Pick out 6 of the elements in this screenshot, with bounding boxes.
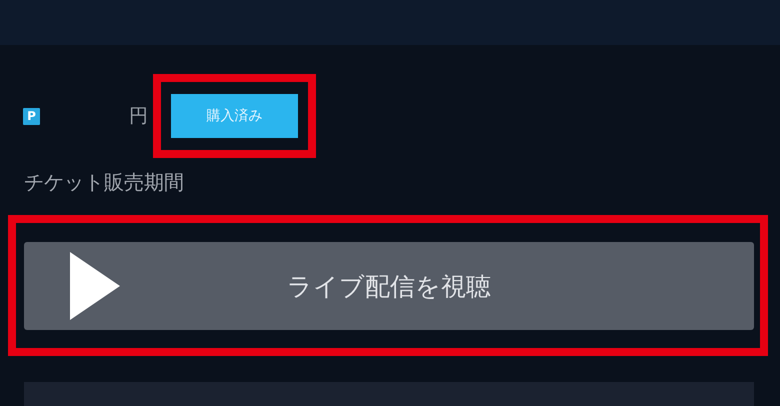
point-mark: P xyxy=(23,108,40,124)
play-icon xyxy=(70,252,120,320)
status-badge: 購入済み xyxy=(171,94,298,138)
sale-period-label: チケット販売期間 xyxy=(24,169,185,196)
watch-live-button[interactable]: ライブ配信を視聴 xyxy=(24,242,754,330)
price-text: 円 xyxy=(129,104,148,129)
